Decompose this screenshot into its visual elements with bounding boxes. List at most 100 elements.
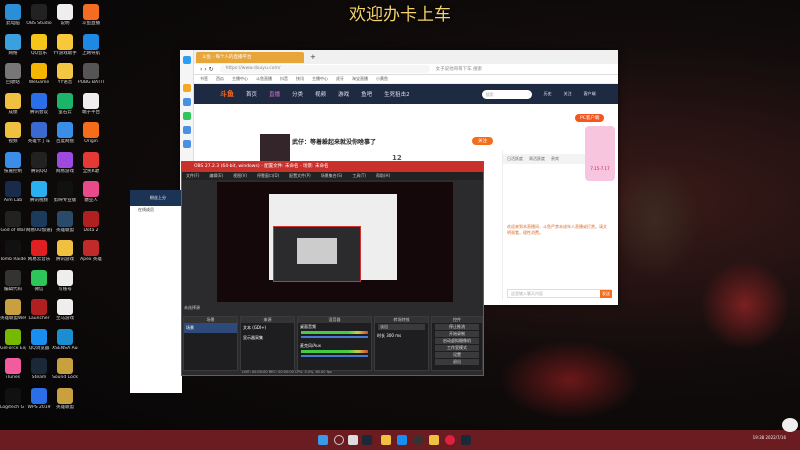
nav-item[interactable]: 分类 [292, 90, 303, 98]
bookmark-item[interactable]: 斗鱼直播 [256, 76, 272, 82]
desktop-icon[interactable]: OBS Studio [26, 4, 52, 26]
site-search-input[interactable]: 搜索 [481, 89, 532, 99]
nav-item[interactable]: 生死狙击2 [384, 90, 410, 98]
desktop-icon[interactable]: 网络 [0, 33, 26, 56]
desktop-icon[interactable]: iTunes [0, 358, 26, 380]
desktop-icon[interactable]: Steam [26, 358, 52, 380]
control-button[interactable]: 设置 [435, 352, 479, 358]
menu-item[interactable]: 视图(V) [233, 172, 247, 180]
app-icon[interactable] [182, 112, 191, 120]
control-button[interactable]: 退出 [435, 359, 479, 365]
clock-time[interactable]: 19:38 [753, 435, 765, 440]
menu-item[interactable]: 文件(F) [186, 172, 199, 180]
desktop-icon[interactable]: 腾讯会议 [26, 92, 52, 115]
steam-icon[interactable] [461, 435, 471, 445]
desktop-icon[interactable]: 技嘉控制 [0, 151, 26, 174]
desktop-icon[interactable]: Sound Lock [52, 358, 78, 380]
control-button[interactable]: 停止推流 [435, 324, 479, 330]
desktop-icon[interactable]: 英雄卡丁车 [26, 122, 52, 144]
browser-tab[interactable]: 斗鱼 - 每个人的直播平台 [196, 51, 304, 63]
browser-icon[interactable] [397, 435, 407, 445]
desktop-icon[interactable]: 腾讯QQ [26, 151, 52, 174]
bookmark-item[interactable]: 主播中心 [232, 76, 248, 82]
desktop-icon[interactable]: God of War [0, 210, 26, 233]
menu-item[interactable]: 工具(T) [352, 172, 366, 180]
app-icon[interactable] [182, 56, 191, 64]
control-button[interactable]: 开始录制 [435, 331, 479, 337]
desktop-icon[interactable]: Aim Lab [0, 181, 26, 203]
chat-tab[interactable]: 日活跃度 [507, 156, 523, 162]
site-logo[interactable]: 斗鱼 [220, 89, 234, 99]
nav-item[interactable]: 直播 [269, 90, 280, 98]
desktop-icon[interactable]: Logitech G HUB [0, 387, 26, 410]
desktop-icon[interactable]: 英雄联盟 [52, 387, 78, 410]
folder-icon[interactable] [429, 435, 439, 445]
desktop-icon[interactable]: 说明 [52, 4, 78, 26]
desktop-icon[interactable]: Dota 2 [78, 210, 104, 233]
clock-date[interactable]: 2022/7/16 [765, 435, 786, 440]
bookmark-item[interactable]: 淘宝直播 [352, 76, 368, 82]
app-icon[interactable] [182, 140, 191, 148]
promo-banner[interactable]: 7.15-7.17 [585, 126, 615, 181]
desktop-icon[interactable]: 糖豆人 [78, 181, 104, 203]
desktop-icon[interactable]: QQ浏览器 [26, 328, 52, 351]
desktop-icon[interactable]: WPS 2019 [26, 387, 52, 410]
nav-item[interactable]: 游戏 [338, 90, 349, 98]
desktop-icon[interactable]: GeForce Experience [0, 328, 26, 351]
desktop-icon[interactable]: YY游戏助手 [52, 33, 78, 56]
desktop-icon[interactable]: 成绩 [0, 92, 26, 115]
control-button[interactable]: 工作室模式 [435, 345, 479, 351]
desktop-icon[interactable]: 上网导航 [78, 33, 104, 56]
volume-slider[interactable] [301, 336, 368, 338]
desktop-icon[interactable]: 端子平台 [78, 92, 104, 115]
menu-item[interactable]: 编辑(E) [209, 172, 223, 180]
channel-item[interactable]: 在线成员 [134, 206, 182, 214]
source-item[interactable]: 显示器采集 [241, 333, 294, 343]
desktop-icon[interactable]: YY语音 [52, 63, 78, 85]
task-view-icon[interactable] [348, 435, 358, 445]
menu-item[interactable]: 配置文件(P) [289, 172, 311, 180]
desktop-icon[interactable]: 此电脑 [0, 4, 26, 26]
desktop-icon[interactable]: Tomb Raider [0, 240, 26, 262]
desktop-icon[interactable]: 视频 [0, 122, 26, 144]
chat-tab[interactable]: 周活跃度 [529, 156, 545, 162]
explorer-icon[interactable] [381, 435, 391, 445]
desktop-icon[interactable]: 斗鱼直播 [78, 4, 104, 26]
address-bar[interactable]: https://www.douyu.com/ [219, 65, 430, 73]
send-button[interactable]: 发送 [600, 290, 612, 298]
bookmark-item[interactable]: 小黄鱼 [376, 76, 388, 82]
top-icon-1[interactable]: 关注 [564, 91, 572, 97]
desktop-icon[interactable]: Apex 英雄 [78, 240, 104, 262]
desktop-icon[interactable]: 至马游戏 [52, 299, 78, 321]
duration-input[interactable]: 300 ms [386, 333, 401, 338]
desktop-icon[interactable]: XSENSA Audio [52, 328, 78, 351]
desktop-icon[interactable]: QQ音乐 [26, 33, 52, 56]
desktop-icon[interactable]: 微信 [26, 269, 52, 292]
app-icon[interactable] [182, 84, 191, 92]
desktop-icon[interactable]: Origin [78, 122, 104, 144]
desktop-icon[interactable]: 网易游戏 [52, 151, 78, 174]
volume-slider[interactable] [301, 355, 368, 357]
streamer-avatar[interactable] [260, 134, 290, 162]
top-icon-2[interactable]: 客户端 [584, 91, 596, 97]
desktop-icon[interactable]: 回收站 [0, 63, 26, 85]
bookmark-item[interactable]: 书签 [200, 76, 208, 82]
transition-select[interactable]: 淡出 [378, 324, 425, 330]
menu-item[interactable]: 帮助(H) [376, 172, 390, 180]
scene-item[interactable]: 场景 [184, 323, 237, 333]
source-item[interactable]: 文本 (GDI+) [241, 323, 294, 333]
back-icon[interactable]: ‹ › ↻ [200, 66, 214, 73]
chat-input[interactable]: 这里输入聊天内容 [507, 289, 611, 298]
desktop-icon[interactable]: 网易云音乐 [26, 240, 52, 262]
desktop-icon[interactable]: 腾讯视频 [26, 181, 52, 203]
desktop-icon[interactable]: 英雄联盟 [52, 210, 78, 233]
top-icon-0[interactable]: 历史 [544, 91, 552, 97]
control-button[interactable]: 启动虚拟摄像机 [435, 338, 479, 344]
steam-icon[interactable] [362, 435, 372, 445]
search-icon[interactable] [334, 435, 344, 445]
bookmark-item[interactable]: 主播中心 [312, 76, 328, 82]
desktop-icon[interactable]: Launcher [26, 299, 52, 321]
start-icon[interactable] [318, 435, 328, 445]
menu-item[interactable]: 停靠窗口(D) [257, 172, 279, 180]
bookmark-item[interactable]: 快讯 [296, 76, 304, 82]
